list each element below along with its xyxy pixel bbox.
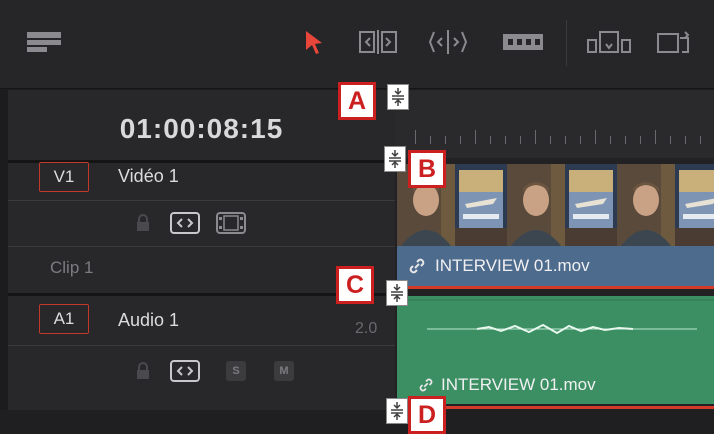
timeline-ruler[interactable] (395, 90, 714, 158)
selection-pointer-icon[interactable] (302, 28, 326, 56)
auto-track-select-icon[interactable] (170, 360, 200, 382)
video-track-badge[interactable]: V1 (39, 162, 89, 192)
callout-d: D (408, 396, 446, 434)
ruler-tick (550, 136, 551, 144)
insert-clip-icon[interactable] (586, 28, 634, 56)
ruler-tick (490, 136, 491, 144)
overwrite-clip-icon[interactable] (656, 28, 692, 56)
ruler-tick (430, 136, 431, 144)
video-thumbnail-frame (617, 164, 675, 246)
ruler-tick (460, 136, 461, 144)
ruler-tick (415, 130, 416, 144)
ruler-tick (700, 136, 701, 144)
lock-icon[interactable] (136, 214, 150, 232)
video-track-name[interactable]: Vidéo 1 (118, 166, 179, 187)
ruler-tick (595, 130, 596, 144)
row-divider (8, 200, 395, 201)
timeline-bottom-strip (0, 410, 714, 434)
timecode-display: 01:00:08:15 (119, 113, 284, 144)
resize-icon (386, 398, 408, 424)
audio-clip[interactable]: INTERVIEW 01.mov (397, 296, 714, 404)
callout-a: A (338, 82, 376, 120)
audio-channel-level: 2.0 (355, 320, 378, 337)
ruler-tick (655, 130, 656, 144)
timeline-toolbar (0, 0, 714, 89)
callout-b: B (408, 150, 446, 188)
mute-button[interactable]: M (274, 361, 294, 381)
video-thumbnail-frame (675, 164, 714, 246)
ruler-tick (670, 136, 671, 144)
lock-icon[interactable] (136, 362, 150, 380)
video-thumbnail-frame (455, 164, 507, 246)
resize-icon (384, 146, 406, 172)
ruler-tick (610, 136, 611, 144)
video-clip-title: INTERVIEW 01.mov (435, 256, 590, 275)
ruler-tick (565, 136, 566, 144)
ruler-tick (475, 130, 476, 144)
blade-icon[interactable] (502, 28, 544, 56)
resize-icon (386, 280, 408, 306)
auto-track-select-icon[interactable] (170, 212, 200, 234)
callout-c: C (336, 266, 374, 304)
video-track-end-line (397, 286, 714, 289)
toolbar-separator (566, 20, 567, 66)
resize-icon (387, 84, 409, 110)
timeline-view-icon[interactable] (26, 28, 62, 56)
ruler-tick (505, 136, 506, 144)
clip-label: Clip 1 (50, 258, 94, 277)
ruler-tick (685, 136, 686, 144)
audio-waveform (397, 299, 714, 335)
row-divider (8, 345, 395, 346)
audio-track-badge[interactable]: A1 (39, 304, 89, 334)
link-icon (419, 377, 433, 393)
film-strip-icon[interactable] (216, 212, 246, 234)
ruler-tick (625, 136, 626, 144)
trim-edit-icon[interactable] (358, 28, 398, 56)
row-divider (8, 246, 395, 247)
video-clip-name-bar: INTERVIEW 01.mov (397, 246, 714, 286)
solo-button[interactable]: S (226, 361, 246, 381)
ruler-tick (520, 136, 521, 144)
ruler-tick (535, 130, 536, 144)
ruler-tick (580, 136, 581, 144)
audio-track-name[interactable]: Audio 1 (118, 310, 179, 331)
link-icon (409, 257, 425, 275)
ruler-tick (640, 136, 641, 144)
audio-clip-title: INTERVIEW 01.mov (441, 375, 596, 394)
video-thumbnail-frame (565, 164, 617, 246)
video-thumbnail-frame (507, 164, 565, 246)
dynamic-trim-icon[interactable] (428, 28, 468, 56)
ruler-tick (445, 136, 446, 144)
